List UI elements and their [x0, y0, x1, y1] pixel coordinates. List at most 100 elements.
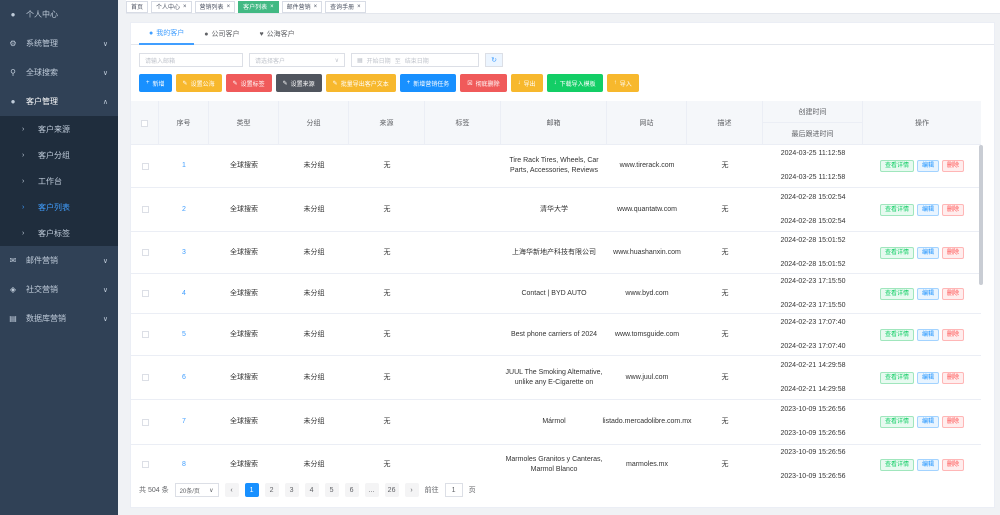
- row-checkbox[interactable]: [141, 290, 149, 297]
- row-checkbox[interactable]: [141, 206, 149, 213]
- import-button[interactable]: ↑ 导入: [606, 74, 639, 92]
- view-details-button[interactable]: 查看详情: [879, 416, 914, 428]
- refresh-button[interactable]: ↻: [485, 53, 503, 67]
- page-jump-input[interactable]: 1: [444, 483, 463, 497]
- set-public-button[interactable]: ✎ 设置公海: [175, 74, 222, 92]
- download-template-button[interactable]: ↓ 下载导入模板: [546, 74, 603, 92]
- view-details-button[interactable]: 查看详情: [879, 458, 914, 471]
- table-scrollbar[interactable]: [979, 145, 983, 285]
- sidebar-item-system[interactable]: ⚙ 系统管理 ∨: [0, 29, 118, 58]
- view-details-button[interactable]: 查看详情: [879, 160, 914, 172]
- sidebar-item-personal[interactable]: ● 个人中心: [0, 0, 118, 29]
- next-page-button[interactable]: ›: [404, 483, 419, 497]
- delete-row-button[interactable]: 删除: [942, 416, 965, 428]
- row-checkbox[interactable]: [141, 374, 149, 381]
- add-task-button[interactable]: + 新增营销任务: [399, 74, 457, 92]
- delete-row-button[interactable]: 删除: [942, 458, 965, 471]
- batch-export-button[interactable]: ✎ 批量导出客户文本: [325, 74, 396, 92]
- sidebar-sub-workbench[interactable]: › 工作台: [0, 168, 118, 194]
- row-checkbox[interactable]: [141, 249, 149, 256]
- delete-row-button[interactable]: 删除: [942, 287, 965, 300]
- set-source-button[interactable]: ✎ 设置来源: [275, 74, 322, 92]
- customer-table: 序号 类型 分组 来源 标签 邮箱 网站 描述 创建时间 最后跟进时间 操作 1…: [131, 101, 981, 483]
- tab-public-customers[interactable]: ♥ 公海客户: [249, 23, 304, 45]
- keyword-input[interactable]: 请输入邮箱: [139, 53, 243, 67]
- tab-company-customers[interactable]: ● 公司客户: [194, 23, 249, 45]
- table-row[interactable]: 4 全球搜索 未分组 无 Contact | BYD AUTO www.byd.com 无 2…: [131, 274, 981, 314]
- sidebar-item-label: 全球搜索: [26, 68, 58, 77]
- tag-marketing[interactable]: 营销列表 ×: [194, 0, 236, 13]
- export-button[interactable]: ↓ 导出: [510, 74, 543, 92]
- edit-button[interactable]: 编辑: [916, 203, 939, 216]
- table-row[interactable]: 2 全球搜索 未分组 无 清华大学 www.quantatw.com 无 2024-02-28…: [131, 188, 981, 232]
- table-row[interactable]: 8 全球搜索 未分组 无 Marmoles Granitos y Canteras, M…: [131, 445, 981, 483]
- tag-manual[interactable]: 查询手册 ×: [325, 0, 366, 13]
- sidebar-sub-group[interactable]: › 客户分组: [0, 142, 118, 168]
- prev-page-button[interactable]: ‹: [224, 483, 239, 497]
- page-size-select[interactable]: 20条/页 ∨: [174, 483, 219, 497]
- edit-button[interactable]: 编辑: [916, 458, 939, 471]
- table-row[interactable]: 3 全球搜索 未分组 无 上海华新地产科技有限公司 www.huashanxin.com 无…: [131, 232, 981, 274]
- row-checkbox[interactable]: [141, 461, 149, 468]
- tab-my-customers[interactable]: ● 我的客户: [139, 23, 195, 45]
- row-checkbox[interactable]: [141, 162, 149, 170]
- row-checkbox-cell: [131, 145, 159, 187]
- page-button[interactable]: 1: [244, 483, 259, 497]
- table-row[interactable]: 1 全球搜索 未分组 无 Tire Rack Tires, Wheels, Car Pa…: [131, 145, 981, 188]
- view-details-button[interactable]: 查看详情: [879, 203, 914, 216]
- page-button[interactable]: 3: [284, 483, 299, 497]
- sidebar-sub-source[interactable]: › 客户来源: [0, 116, 118, 142]
- delete-row-button[interactable]: 删除: [942, 371, 965, 384]
- cell-tag: [425, 400, 501, 444]
- sidebar-item-customers[interactable]: ● 客户管理 ∧: [0, 87, 118, 116]
- page-button[interactable]: 5: [324, 483, 339, 497]
- close-icon[interactable]: ×: [357, 4, 361, 10]
- sidebar-item-social[interactable]: ◈ 社交营销 ∨: [0, 275, 118, 304]
- view-details-button[interactable]: 查看详情: [879, 328, 914, 341]
- add-button[interactable]: + 新增: [139, 74, 172, 92]
- delete-button[interactable]: ☒ 彻底删除: [460, 74, 507, 92]
- page-ellipsis[interactable]: ...: [364, 483, 379, 497]
- sidebar-sub-list[interactable]: › 客户列表: [0, 194, 118, 220]
- close-icon[interactable]: ×: [270, 4, 274, 10]
- edit-button[interactable]: 编辑: [916, 160, 939, 172]
- table-row[interactable]: 6 全球搜索 未分组 无 JUUL The Smoking Alternative, u…: [131, 356, 981, 400]
- edit-button[interactable]: 编辑: [916, 287, 939, 300]
- sidebar-item-database[interactable]: ▤ 数据库营销 ∨: [0, 304, 118, 333]
- view-details-button[interactable]: 查看详情: [879, 246, 914, 259]
- delete-row-button[interactable]: 删除: [942, 203, 965, 216]
- date-range-picker[interactable]: ▦ 开始日期 至 结束日期: [351, 53, 479, 67]
- tag-mail[interactable]: 邮件营销 ×: [281, 0, 323, 13]
- row-checkbox[interactable]: [141, 331, 149, 338]
- edit-button[interactable]: 编辑: [916, 371, 939, 384]
- view-details-button[interactable]: 查看详情: [879, 287, 914, 300]
- button-label: 设置公海: [190, 81, 215, 88]
- close-icon[interactable]: ×: [314, 4, 318, 10]
- page-button[interactable]: 2: [264, 483, 279, 497]
- table-row[interactable]: 7 全球搜索 未分组 无 Mármol listado.mercadolibre.com.…: [131, 400, 981, 445]
- customer-select[interactable]: 请选择客户 ∨: [249, 53, 345, 67]
- select-all-checkbox[interactable]: [141, 119, 148, 127]
- delete-row-button[interactable]: 删除: [942, 160, 965, 172]
- edit-button[interactable]: 编辑: [916, 246, 939, 259]
- set-tag-button[interactable]: ✎ 设置标签: [225, 74, 272, 92]
- tag-home[interactable]: 首页: [126, 0, 149, 13]
- page-button[interactable]: 26: [384, 483, 399, 497]
- view-details-button[interactable]: 查看详情: [879, 371, 914, 384]
- tag-personal[interactable]: 个人中心 ×: [151, 0, 192, 13]
- row-checkbox[interactable]: [141, 418, 149, 426]
- page-button[interactable]: 4: [304, 483, 319, 497]
- table-row[interactable]: 5 全球搜索 未分组 无 Best phone carriers of 2024 www.…: [131, 314, 981, 356]
- close-icon[interactable]: ×: [227, 4, 231, 10]
- delete-row-button[interactable]: 删除: [942, 328, 965, 341]
- edit-button[interactable]: 编辑: [916, 328, 939, 341]
- sidebar-sub-tags[interactable]: › 客户标签: [0, 220, 118, 246]
- plus-icon: +: [146, 80, 150, 86]
- close-icon[interactable]: ×: [183, 4, 187, 10]
- edit-button[interactable]: 编辑: [916, 416, 939, 428]
- tag-customer-list[interactable]: 客户列表 ×: [238, 0, 279, 13]
- delete-row-button[interactable]: 删除: [942, 246, 965, 259]
- page-button[interactable]: 6: [344, 483, 359, 497]
- sidebar-item-search[interactable]: ⚲ 全球搜索 ∨: [0, 58, 118, 87]
- sidebar-item-mail[interactable]: ✉ 邮件营销 ∨: [0, 246, 118, 275]
